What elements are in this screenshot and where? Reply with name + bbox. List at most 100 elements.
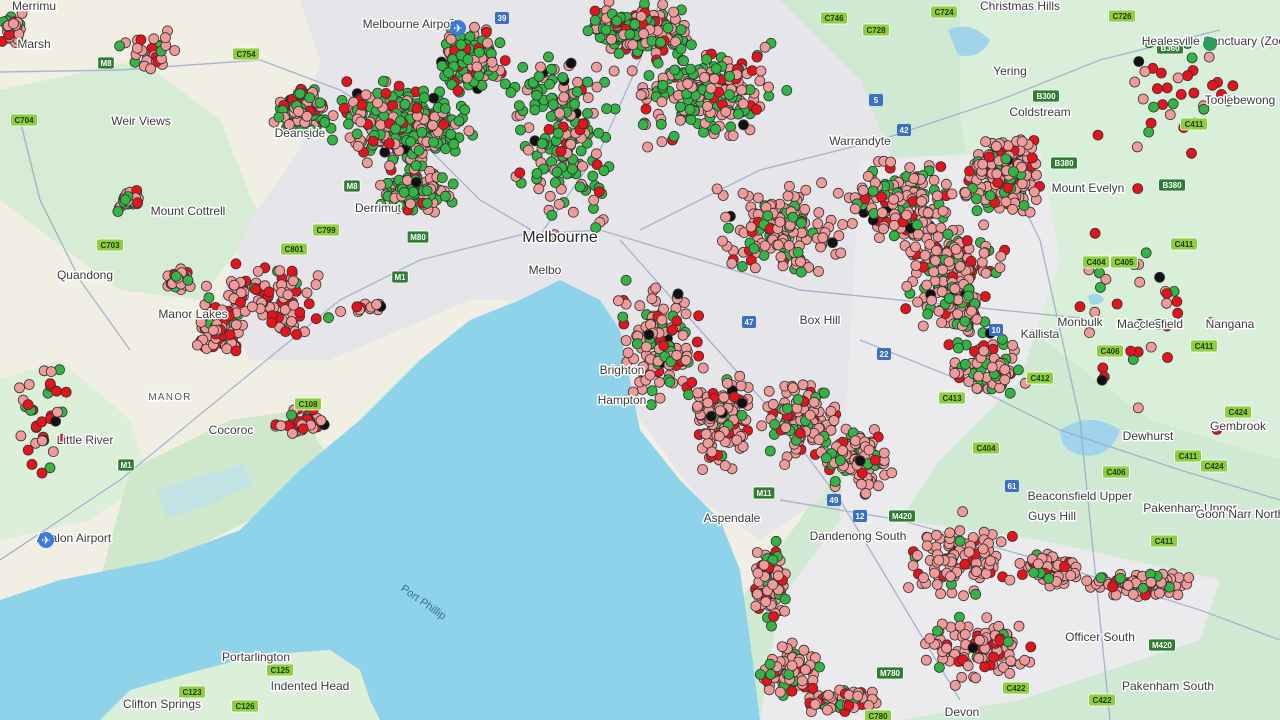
data-point-green[interactable] [686,39,697,51]
data-point-pink[interactable] [949,367,961,379]
data-point-red[interactable] [230,258,242,270]
data-point-green[interactable] [645,399,657,411]
data-point-green[interactable] [639,0,650,10]
data-point-pink[interactable] [813,265,824,277]
data-point-green[interactable] [959,315,971,327]
data-point-pink[interactable] [1129,76,1141,88]
data-point-green[interactable] [428,136,439,148]
data-point-pink[interactable] [711,183,723,195]
data-point-pink[interactable] [634,300,646,312]
place-label[interactable]: Dewhurst [1121,428,1175,445]
data-point-green[interactable] [413,145,425,156]
data-point-pink[interactable] [680,308,692,320]
data-point-pink[interactable] [668,6,679,18]
data-point-green[interactable] [119,194,131,206]
data-point-green[interactable] [678,55,689,67]
data-point-pink[interactable] [832,187,844,199]
data-point-pink[interactable] [699,72,710,83]
data-point-pink[interactable] [558,91,570,103]
data-point-pink[interactable] [15,430,27,442]
data-point-pink[interactable] [646,293,658,305]
data-point-green[interactable] [1013,364,1024,376]
data-point-green[interactable] [617,311,629,323]
data-point-green[interactable] [867,185,879,197]
data-point-pink[interactable] [971,382,983,394]
data-point-green[interactable] [418,92,430,103]
data-point-green[interactable] [669,64,681,76]
data-point-pink[interactable] [286,427,298,439]
data-point-pink[interactable] [755,65,767,77]
place-label[interactable]: Brighton [598,362,646,379]
data-point-red[interactable] [250,284,262,295]
data-point-green[interactable] [795,217,807,229]
data-point-green[interactable] [1008,166,1019,178]
data-point-pink[interactable] [857,184,869,196]
data-point-green[interactable] [953,342,964,354]
data-point-pink[interactable] [931,245,942,256]
data-point-red[interactable] [1161,82,1173,94]
data-point-pink[interactable] [995,250,1007,262]
data-point-pink[interactable] [1122,580,1134,591]
data-point-red[interactable] [380,88,392,99]
data-point-pink[interactable] [976,256,988,268]
data-point-red[interactable] [876,191,887,203]
data-point-pink[interactable] [445,33,457,45]
data-point-pink[interactable] [471,61,483,73]
place-label[interactable]: Box Hill [798,312,842,329]
data-point-red[interactable] [751,104,762,115]
data-point-pink[interactable] [782,190,794,202]
data-point-red[interactable] [1182,70,1193,82]
data-point-pink[interactable] [463,125,475,137]
data-point-red[interactable] [1007,531,1018,542]
data-point-pink[interactable] [680,354,692,366]
data-point-pink[interactable] [937,205,949,217]
data-point-pink[interactable] [372,97,383,109]
data-point-pink[interactable] [714,430,725,442]
data-point-red[interactable] [555,145,567,157]
data-point-green[interactable] [736,409,748,421]
data-point-green[interactable] [531,168,543,179]
data-point-red[interactable] [959,559,971,570]
data-point-green[interactable] [273,111,285,123]
data-point-pink[interactable] [876,207,888,219]
data-point-red[interactable] [51,385,62,397]
data-point-pink[interactable] [775,251,787,263]
data-point-pink[interactable] [817,232,829,244]
data-point-red[interactable] [693,350,705,362]
data-point-green[interactable] [1186,52,1198,64]
data-point-pink[interactable] [825,405,837,417]
data-point-red[interactable] [1145,117,1157,129]
data-point-pink[interactable] [784,180,795,192]
data-point-red[interactable] [979,661,991,673]
data-point-green[interactable] [473,70,485,82]
data-point-red[interactable] [979,291,991,302]
data-point-pink[interactable] [797,379,809,391]
data-point-green[interactable] [652,57,664,69]
data-point-pink[interactable] [577,160,588,172]
data-point-red[interactable] [297,423,309,435]
data-point-red[interactable] [514,167,526,179]
place-label[interactable]: Dandenong South [808,528,908,545]
data-point-red[interactable] [900,303,912,315]
data-point-pink[interactable] [469,21,480,33]
data-point-pink[interactable] [878,223,889,235]
data-point-pink[interactable] [943,256,955,268]
data-point-green[interactable] [748,243,760,254]
data-point-pink[interactable] [907,560,919,571]
data-point-red[interactable] [1059,561,1070,572]
data-point-pink[interactable] [813,434,825,446]
data-point-pink[interactable] [918,572,929,584]
data-point-green[interactable] [942,228,954,240]
data-point-green[interactable] [513,100,525,111]
place-label[interactable]: Cocoroc [207,422,255,439]
data-point-pink[interactable] [523,144,534,156]
data-point-pink[interactable] [553,198,565,210]
data-point-pink[interactable] [981,612,993,623]
data-point-pink[interactable] [800,664,811,676]
data-point-green[interactable] [416,126,428,138]
place-label[interactable]: Christmas Hills [978,0,1061,15]
data-point-green[interactable] [655,118,667,130]
data-point-pink[interactable] [301,110,313,122]
data-point-green[interactable] [736,260,748,272]
data-point-pink[interactable] [954,260,966,272]
